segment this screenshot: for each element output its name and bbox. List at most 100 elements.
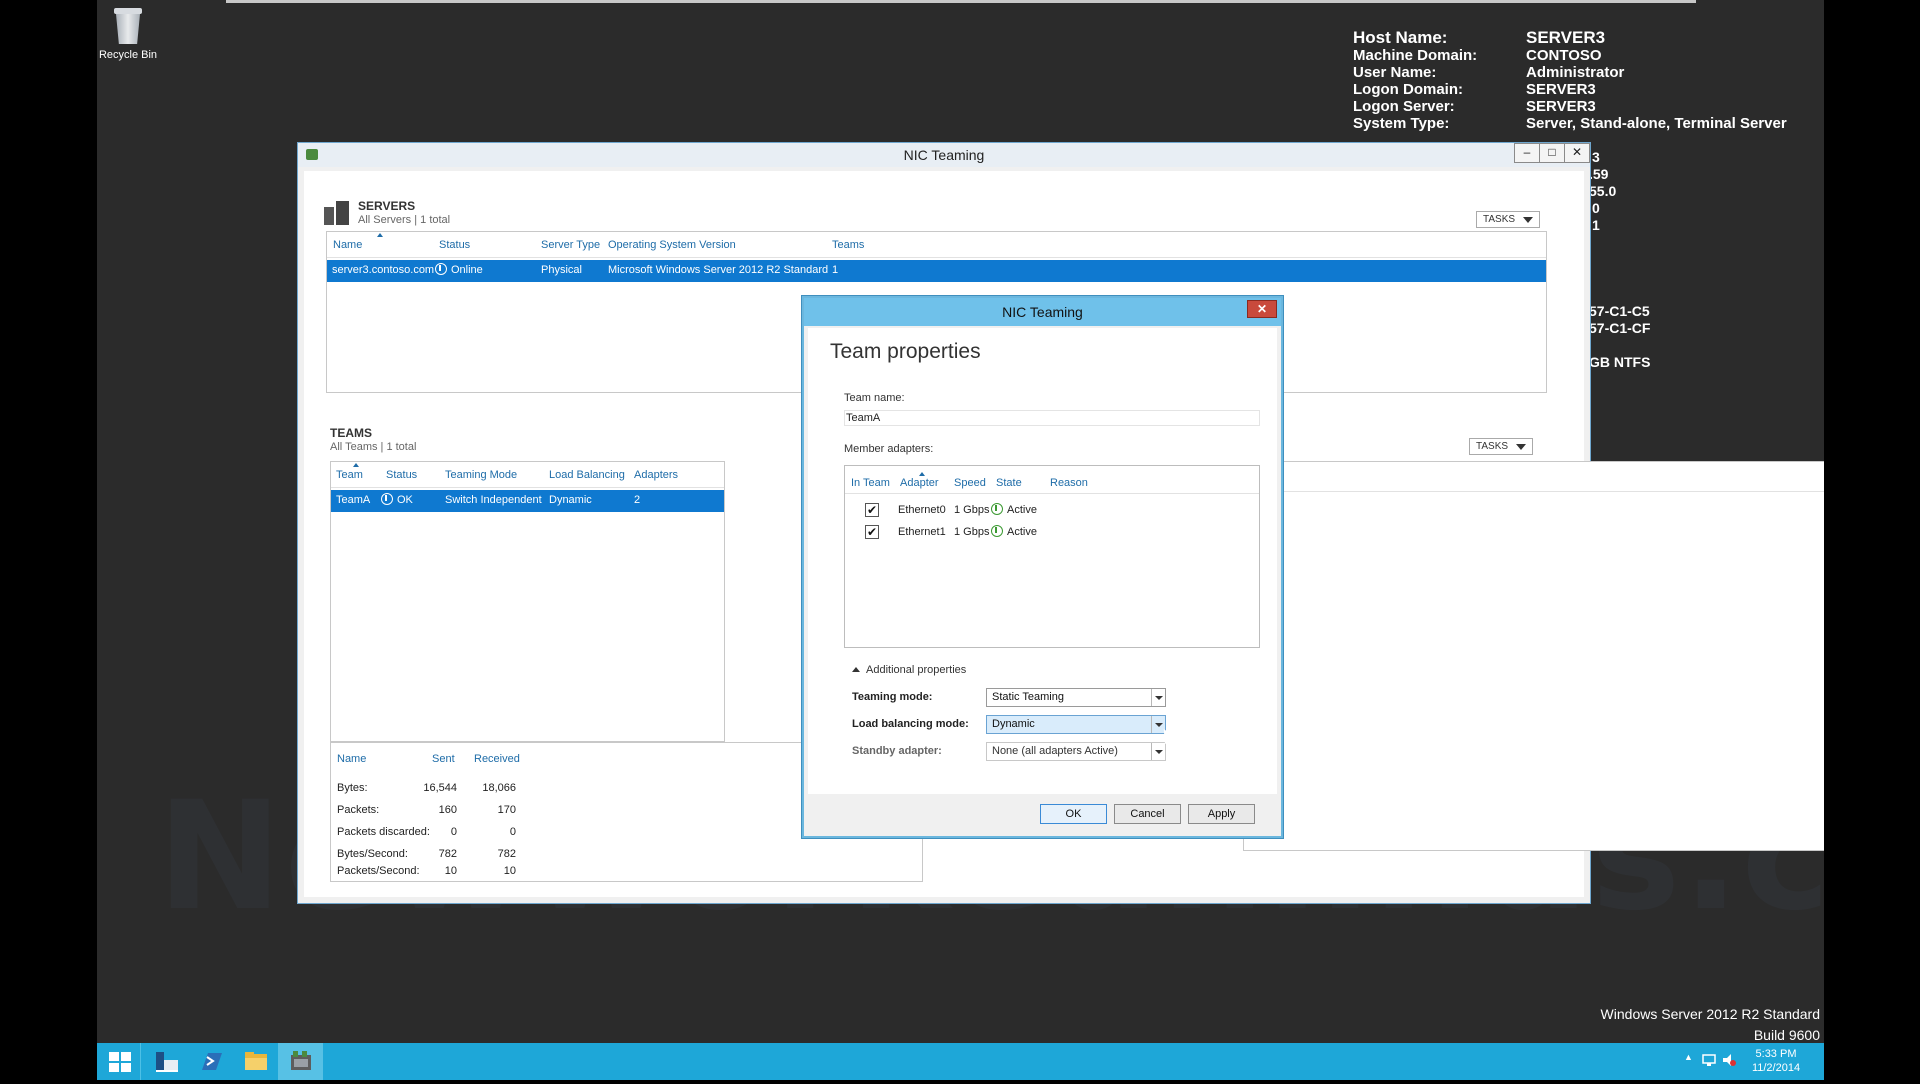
team-lb: Dynamic <box>549 494 592 506</box>
in-team-checkbox[interactable]: ✔ <box>865 503 879 517</box>
teaming-mode-select[interactable]: Static Teaming <box>986 688 1166 707</box>
network-icon[interactable] <box>1702 1053 1716 1067</box>
stat-received: 0 <box>509 826 516 838</box>
stat-received: 10 <box>503 865 516 877</box>
col-adapter[interactable]: Adapter <box>900 477 939 489</box>
team-properties-dialog[interactable]: NIC Teaming ✕ Team properties Team name:… <box>802 296 1283 838</box>
teams-title: TEAMS <box>330 426 372 440</box>
start-button[interactable] <box>97 1043 142 1080</box>
bginfo-value: SERVER3 <box>1526 98 1596 115</box>
col-speed[interactable]: Speed <box>954 477 986 489</box>
col-load-balancing[interactable]: Load Balancing <box>549 469 625 481</box>
nic-teaming-taskbar-button[interactable] <box>278 1043 323 1080</box>
bginfo-key: System Type: <box>1353 115 1450 132</box>
server-os: Microsoft Windows Server 2012 R2 Standar… <box>608 264 829 276</box>
adapters-detail-grid[interactable] <box>1243 461 1824 851</box>
cancel-button[interactable]: Cancel <box>1114 804 1181 824</box>
dialog-titlebar[interactable]: NIC Teaming ✕ <box>804 298 1281 326</box>
tasks-label: TASKS <box>1483 214 1516 225</box>
teams-grid-header: Team Status Teaming Mode Load Balancing … <box>331 462 724 488</box>
team-row[interactable]: TeamA OK Switch Independent Dynamic 2 <box>331 490 724 512</box>
col-teams[interactable]: Teams <box>832 239 864 251</box>
sort-up-icon <box>353 463 359 467</box>
col-status[interactable]: Status <box>439 239 470 251</box>
server-manager-icon <box>156 1052 178 1072</box>
col-adapters[interactable]: Adapters <box>634 469 678 481</box>
adapter-row[interactable]: ✔ Ethernet0 1 Gbps Active <box>845 500 1259 522</box>
col-in-team[interactable]: In Team <box>851 477 890 489</box>
server-row[interactable]: server3.contoso.com Online Physical Micr… <box>327 260 1546 282</box>
recycle-bin[interactable]: Recycle Bin <box>97 6 159 61</box>
col-status[interactable]: Status <box>386 469 417 481</box>
member-adapters-label: Member adapters: <box>844 443 934 455</box>
window-titlebar[interactable]: NIC Teaming – □ ✕ <box>298 143 1590 167</box>
stats-col-received[interactable]: Received <box>474 753 520 765</box>
stat-sent: 16,544 <box>423 782 457 794</box>
server-type: Physical <box>541 264 582 276</box>
teams-grid[interactable]: Team Status Teaming Mode Load Balancing … <box>330 461 725 742</box>
team-name-input[interactable]: TeamA <box>844 410 1260 426</box>
bginfo-key: User Name: <box>1353 64 1437 81</box>
bginfo-key: Logon Server: <box>1353 98 1455 115</box>
standby-adapter-select[interactable]: None (all adapters Active) <box>986 742 1166 761</box>
bginfo-fragment: 55.0 <box>1589 183 1617 199</box>
stat-sent: 10 <box>444 865 457 877</box>
servers-icon <box>324 201 349 225</box>
speaker-muted-icon[interactable] <box>1722 1053 1736 1067</box>
teams-tasks-button[interactable]: TASKS <box>1469 438 1533 455</box>
col-server-type[interactable]: Server Type <box>541 239 600 251</box>
adapters-detail-header <box>1244 462 1824 492</box>
load-balancing-select[interactable]: Dynamic <box>986 715 1166 734</box>
col-team[interactable]: Team <box>336 469 363 481</box>
col-reason[interactable]: Reason <box>1050 477 1088 489</box>
adapter-speed: 1 Gbps <box>954 526 990 538</box>
recycle-bin-label: Recycle Bin <box>98 49 158 61</box>
tasks-label: TASKS <box>1476 441 1509 452</box>
col-os-version[interactable]: Operating System Version <box>608 239 736 251</box>
in-team-checkbox[interactable]: ✔ <box>865 525 879 539</box>
stats-col-sent[interactable]: Sent <box>432 753 455 765</box>
standby-adapter-value: None (all adapters Active) <box>992 745 1118 757</box>
desktop: Newworkedminds.com Recycle Bin Host Name… <box>97 0 1824 1080</box>
sort-up-icon <box>377 233 383 237</box>
additional-properties-toggle[interactable]: Additional properties <box>852 664 966 676</box>
bginfo-fragment: 1 <box>1592 217 1600 233</box>
member-adapters-grid[interactable]: In Team Adapter Speed State Reason ✔ Eth… <box>844 465 1260 648</box>
dialog-close-button[interactable]: ✕ <box>1247 300 1277 318</box>
clock[interactable]: 5:33 PM 11/2/2014 <box>1746 1047 1806 1075</box>
adapter-speed: 1 Gbps <box>954 504 990 516</box>
nic-teaming-app-icon <box>306 149 318 160</box>
bginfo-fragment: 0 <box>1592 200 1600 216</box>
servers-title: SERVERS <box>358 199 416 213</box>
bginfo-fragment: .59 <box>1589 166 1609 182</box>
stat-received: 170 <box>497 804 516 816</box>
online-icon <box>435 263 447 276</box>
col-state[interactable]: State <box>996 477 1022 489</box>
servers-tasks-button[interactable]: TASKS <box>1476 211 1540 228</box>
stats-col-name[interactable]: Name <box>337 753 366 765</box>
team-adapters: 2 <box>634 494 641 506</box>
bginfo-fragment: GB NTFS <box>1589 354 1651 370</box>
adapter-row[interactable]: ✔ Ethernet1 1 Gbps Active <box>845 522 1259 544</box>
server-name: server3.contoso.com <box>332 264 435 276</box>
file-explorer-button[interactable] <box>233 1043 278 1080</box>
minimize-button[interactable]: – <box>1514 143 1540 163</box>
os-name: Windows Server 2012 R2 Standard <box>1600 1006 1820 1022</box>
apply-button[interactable]: Apply <box>1188 804 1255 824</box>
server-manager-button[interactable] <box>143 1043 188 1080</box>
powershell-icon <box>202 1053 222 1070</box>
close-button[interactable]: ✕ <box>1564 143 1590 163</box>
maximize-button[interactable]: □ <box>1539 143 1565 163</box>
adapters-header: In Team Adapter Speed State Reason <box>845 466 1259 494</box>
show-hidden-icons-icon[interactable]: ▲ <box>1684 1052 1693 1062</box>
team-mode: Switch Independent <box>445 494 542 506</box>
recycle-bin-icon <box>113 6 143 44</box>
ok-button[interactable]: OK <box>1040 804 1107 824</box>
chevron-down-icon <box>1151 689 1165 706</box>
col-teaming-mode[interactable]: Teaming Mode <box>445 469 517 481</box>
stat-name: Packets: <box>337 804 380 816</box>
adapter-state: Active <box>1007 504 1037 516</box>
team-name: TeamA <box>336 494 371 506</box>
powershell-button[interactable] <box>188 1043 233 1080</box>
col-name[interactable]: Name <box>333 239 362 251</box>
